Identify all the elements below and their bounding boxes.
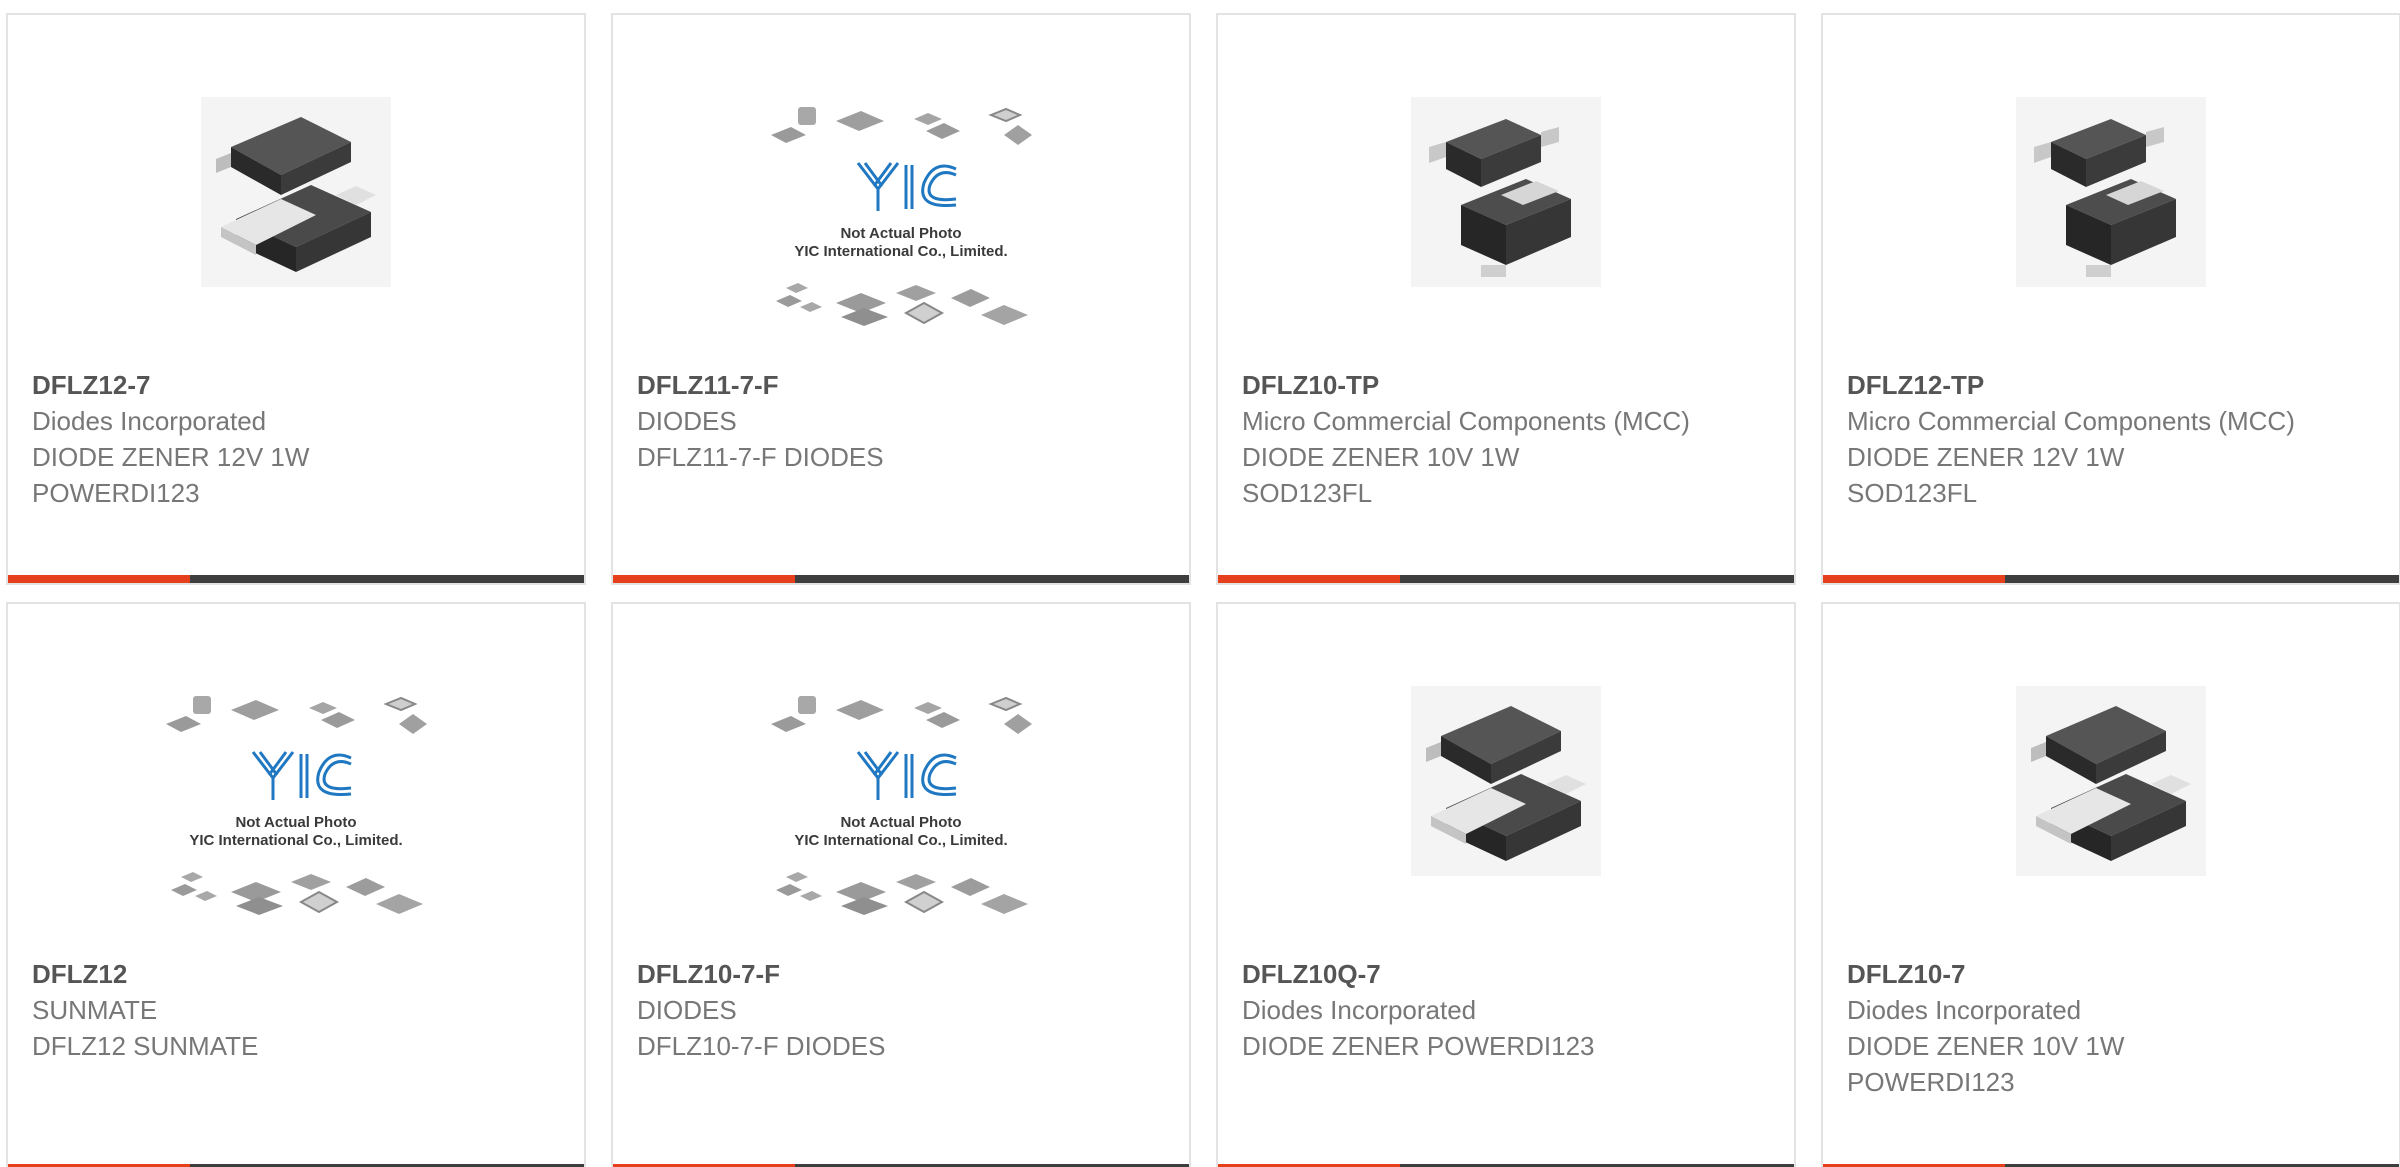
part-number[interactable]: DFLZ12-TP: [1847, 367, 2375, 403]
placeholder-caption-1: Not Actual Photo: [840, 225, 961, 242]
manufacturer-name: Diodes Incorporated: [32, 406, 267, 436]
manufacturer-name: SUNMATE: [32, 995, 158, 1025]
card-accent-bar: [8, 575, 190, 583]
part-number[interactable]: DFLZ10-7-F: [637, 956, 1165, 992]
part-number[interactable]: DFLZ10-7: [1847, 956, 2375, 992]
card-bottom-bar: [1823, 575, 2399, 583]
product-info: DFLZ12 SUNMATE DFLZ12 SUNMATE: [32, 956, 560, 1064]
part-number[interactable]: DFLZ10-TP: [1242, 367, 1770, 403]
product-description: POWERDI123: [32, 478, 200, 508]
diode-package-image: [1411, 686, 1601, 876]
product-card[interactable]: DFLZ12-TP Micro Commercial Components (MC…: [1821, 13, 2400, 585]
product-info: DFLZ12-TP Micro Commercial Components (MC…: [1847, 367, 2375, 511]
yic-logo: [251, 751, 352, 800]
not-actual-photo-placeholder: Not Actual Photo YIC International Co., …: [166, 696, 427, 915]
product-description: SOD123FL: [1242, 478, 1373, 508]
manufacturer-name: DIODES: [637, 995, 737, 1025]
card-accent-bar: [613, 575, 795, 583]
product-image[interactable]: [1823, 676, 2399, 944]
product-description: DFLZ10-7-F DIODES: [637, 1031, 886, 1061]
product-info: DFLZ12-7 Diodes Incorporated DIODE ZENER 1…: [32, 367, 560, 511]
card-bottom-bar: [8, 575, 584, 583]
product-image[interactable]: Not Actual Photo YIC International Co., …: [8, 692, 584, 960]
product-description: POWERDI123: [1847, 1067, 2015, 1097]
product-grid: DFLZ12-7 Diodes Incorporated DIODE ZENER 1…: [0, 0, 2400, 1167]
product-description: DFLZ12 SUNMATE: [32, 1031, 259, 1061]
product-info: DFLZ10Q-7 Diodes Incorporated DIODE ZENER …: [1242, 956, 1770, 1064]
product-description: DIODE ZENER 12V 1W: [1847, 442, 2125, 472]
not-actual-photo-placeholder: Not Actual Photo YIC International Co., …: [771, 696, 1032, 915]
placeholder-caption-2: YIC International Co., Limited.: [794, 243, 1007, 260]
part-number[interactable]: DFLZ12: [32, 956, 560, 992]
manufacturer-name: DIODES: [637, 406, 737, 436]
product-description: DIODE ZENER 10V 1W: [1242, 442, 1520, 472]
diode-package-image: [2016, 686, 2206, 876]
placeholder-caption-2: YIC International Co., Limited.: [189, 832, 402, 849]
yic-logo: [856, 162, 957, 211]
product-image[interactable]: [8, 87, 584, 355]
manufacturer-name: Micro Commercial Components (MCC): [1242, 406, 1690, 436]
product-card[interactable]: Not Actual Photo YIC International Co., …: [6, 602, 586, 1167]
product-image[interactable]: [1218, 87, 1794, 355]
product-card[interactable]: DFLZ12-7 Diodes Incorporated DIODE ZENER 1…: [6, 13, 586, 585]
product-info: DFLZ10-7 Diodes Incorporated DIODE ZENER 1…: [1847, 956, 2375, 1100]
yic-logo: [856, 751, 957, 800]
product-description: DFLZ11-7-F DIODES: [637, 442, 884, 472]
product-info: DFLZ10-TP Micro Commercial Components (MC…: [1242, 367, 1770, 511]
part-number[interactable]: DFLZ10Q-7: [1242, 956, 1770, 992]
diode-package-image: [201, 97, 391, 287]
product-image[interactable]: Not Actual Photo YIC International Co., …: [613, 692, 1189, 960]
product-description: SOD123FL: [1847, 478, 1978, 508]
product-image[interactable]: [1823, 87, 2399, 355]
product-card[interactable]: DFLZ10Q-7 Diodes Incorporated DIODE ZENER …: [1216, 602, 1796, 1167]
placeholder-caption-1: Not Actual Photo: [235, 814, 356, 831]
manufacturer-name: Diodes Incorporated: [1847, 995, 2082, 1025]
product-card[interactable]: DFLZ10-TP Micro Commercial Components (MC…: [1216, 13, 1796, 585]
not-actual-photo-placeholder: Not Actual Photo YIC International Co., …: [771, 107, 1032, 326]
card-accent-bar: [1218, 575, 1400, 583]
part-number[interactable]: DFLZ11-7-F: [637, 367, 1165, 403]
manufacturer-name: Micro Commercial Components (MCC): [1847, 406, 2295, 436]
product-card[interactable]: Not Actual Photo YIC International Co., …: [611, 602, 1191, 1167]
placeholder-caption-1: Not Actual Photo: [840, 814, 961, 831]
product-info: DFLZ11-7-F DIODES DFLZ11-7-F DIODES: [637, 367, 1165, 475]
product-card[interactable]: Not Actual Photo YIC International Co., …: [611, 13, 1191, 585]
placeholder-caption-2: YIC International Co., Limited.: [794, 832, 1007, 849]
diode-package-image: [1411, 97, 1601, 287]
card-accent-bar: [1823, 575, 2005, 583]
product-info: DFLZ10-7-F DIODES DFLZ10-7-F DIODES: [637, 956, 1165, 1064]
product-description: DIODE ZENER 10V 1W: [1847, 1031, 2125, 1061]
product-description: DIODE ZENER 12V 1W: [32, 442, 310, 472]
part-number[interactable]: DFLZ12-7: [32, 367, 560, 403]
card-bottom-bar: [613, 575, 1189, 583]
manufacturer-name: Diodes Incorporated: [1242, 995, 1477, 1025]
diode-package-image: [2016, 97, 2206, 287]
product-image[interactable]: [1218, 676, 1794, 944]
product-card[interactable]: DFLZ10-7 Diodes Incorporated DIODE ZENER 1…: [1821, 602, 2400, 1167]
product-description: DIODE ZENER POWERDI123: [1242, 1031, 1595, 1061]
card-bottom-bar: [1218, 575, 1794, 583]
product-image[interactable]: Not Actual Photo YIC International Co., …: [613, 103, 1189, 371]
